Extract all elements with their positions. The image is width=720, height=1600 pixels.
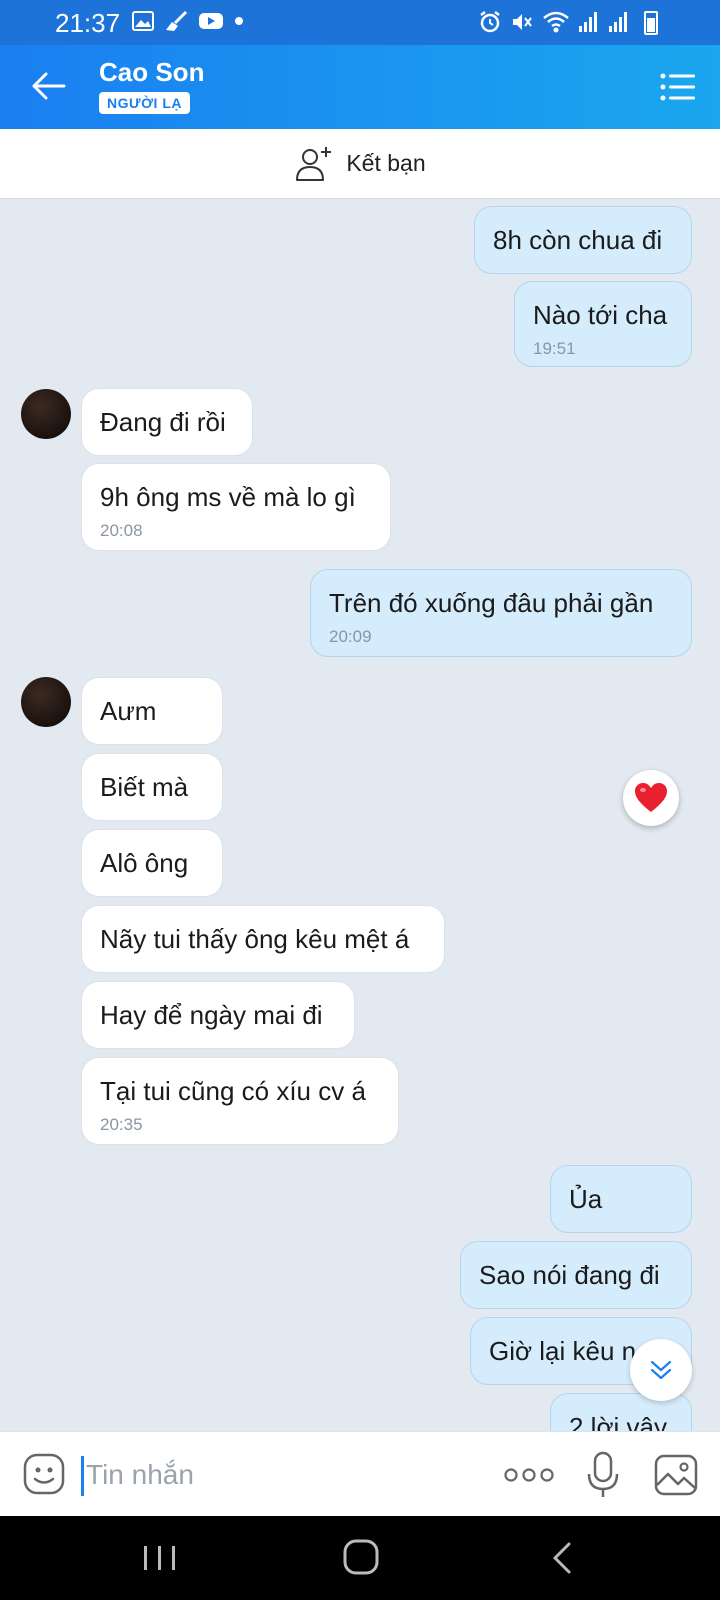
system-back-button[interactable]	[547, 1538, 577, 1578]
message-bubble-incoming[interactable]: Hay để ngày mai đi	[81, 981, 355, 1049]
send-image-button[interactable]	[654, 1454, 698, 1496]
signal-icon	[579, 12, 597, 32]
message-bubble-incoming[interactable]: Nãy tui thấy ông kêu mệt á	[81, 905, 445, 973]
message-text: Tại tui cũng có xíu cv á	[100, 1076, 366, 1106]
back-button[interactable]	[26, 63, 72, 109]
message-bubble-outgoing[interactable]: Ủa	[550, 1165, 692, 1233]
message-bubble-outgoing[interactable]: Sao nói đang đi	[460, 1241, 692, 1309]
recent-apps-icon	[144, 1546, 175, 1570]
add-friend-label: Kết bạn	[346, 150, 426, 176]
message-text: Sao nói đang đi	[479, 1260, 660, 1290]
more-dots-icon	[504, 1468, 554, 1482]
message-bubble-incoming[interactable]: Aưm	[81, 677, 223, 745]
heart-icon	[635, 783, 667, 812]
contact-name[interactable]: Cao Son	[99, 57, 204, 88]
double-chevron-down-icon	[650, 1360, 672, 1380]
message-time: 20:08	[100, 521, 143, 540]
message-bubble-outgoing[interactable]: 8h còn chua đi	[474, 206, 692, 274]
add-user-icon	[296, 146, 332, 181]
system-nav-bar	[0, 1516, 720, 1600]
microphone-icon	[587, 1451, 619, 1497]
stranger-badge: NGƯỜI LẠ	[99, 92, 190, 114]
message-bubble-outgoing[interactable]: Nào tới cha 19:51	[514, 281, 692, 367]
message-text: Aưm	[100, 696, 157, 726]
message-composer	[0, 1431, 720, 1516]
message-bubble-incoming[interactable]: Đang đi rồi	[81, 388, 253, 456]
message-text: Biết mà	[100, 772, 189, 802]
message-bubble-incoming[interactable]: 9h ông ms về mà lo gì 20:08	[81, 463, 391, 551]
wifi-icon	[543, 11, 569, 33]
home-button[interactable]	[340, 1536, 382, 1578]
mute-icon	[513, 14, 532, 30]
reaction-button[interactable]	[623, 770, 679, 826]
avatar[interactable]	[21, 389, 71, 439]
message-text: Ủa	[569, 1184, 603, 1214]
message-bubble-outgoing[interactable]: Trên đó xuống đâu phải gần 20:09	[310, 569, 692, 657]
message-bubble-incoming[interactable]: Tại tui cũng có xíu cv á 20:35	[81, 1057, 399, 1145]
chat-header: Cao Son NGƯỜI LẠ	[0, 45, 720, 129]
message-list[interactable]: 8h còn chua đi Nào tới cha 19:51 Đang đi…	[0, 199, 720, 1431]
message-bubble-incoming[interactable]: Biết mà	[81, 753, 223, 821]
signal-icon	[609, 12, 627, 32]
message-text: Đang đi rồi	[100, 407, 226, 437]
status-bar: 21:37	[0, 0, 720, 45]
message-text: Nào tới cha	[533, 300, 668, 330]
list-menu-icon	[660, 73, 695, 101]
message-text: Nãy tui thấy ông kêu mệt á	[100, 924, 410, 954]
broom-icon	[166, 10, 188, 31]
message-text: Trên đó xuống đâu phải gần	[329, 588, 654, 618]
arrow-left-icon	[32, 72, 66, 100]
message-text: Alô ông	[100, 848, 189, 878]
image-icon	[654, 1454, 698, 1496]
message-input[interactable]	[86, 1450, 466, 1500]
message-text: Hay để ngày mai đi	[100, 1000, 323, 1030]
sticker-icon	[23, 1453, 65, 1495]
alarm-icon	[480, 11, 500, 33]
emoji-button[interactable]	[22, 1452, 66, 1496]
battery-icon	[644, 11, 658, 35]
chevron-left-icon	[553, 1542, 571, 1574]
message-time: 20:35	[100, 1115, 143, 1134]
recent-apps-button[interactable]	[140, 1538, 180, 1578]
message-text: 8h còn chua đi	[493, 225, 663, 255]
message-text: 2 lời vậy	[569, 1412, 667, 1431]
add-friend-button[interactable]: Kết bạn	[0, 129, 720, 199]
avatar[interactable]	[21, 677, 71, 727]
message-time: 19:51	[533, 339, 576, 358]
image-icon	[132, 11, 154, 31]
dot-icon	[235, 17, 243, 25]
message-time: 20:09	[329, 627, 372, 646]
voice-button[interactable]	[585, 1450, 621, 1500]
more-options-button[interactable]	[503, 1460, 555, 1490]
text-caret	[81, 1456, 84, 1496]
home-icon	[343, 1539, 379, 1575]
message-bubble-incoming[interactable]: Alô ông	[81, 829, 223, 897]
youtube-icon	[199, 13, 223, 29]
menu-button[interactable]	[658, 67, 698, 107]
message-text: 9h ông ms về mà lo gì	[100, 482, 356, 512]
scroll-to-bottom-button[interactable]	[630, 1339, 692, 1401]
status-time: 21:37	[55, 8, 121, 38]
message-text: Giờ lại kêu n	[489, 1336, 637, 1366]
